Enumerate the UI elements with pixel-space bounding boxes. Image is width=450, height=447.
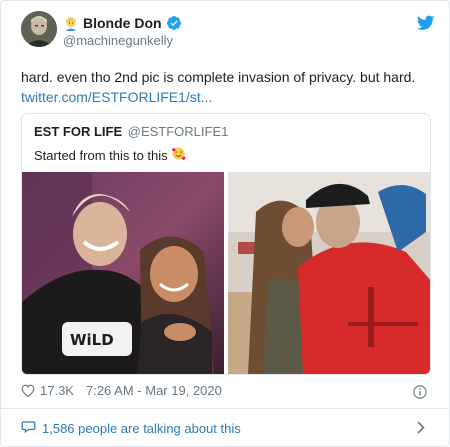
chevron-right-icon[interactable] bbox=[417, 421, 425, 434]
author-avatar[interactable] bbox=[21, 11, 57, 47]
conversation-link[interactable]: 1,586 people are talking about this bbox=[21, 420, 241, 437]
quoted-photo-kiss[interactable] bbox=[228, 172, 430, 374]
quoted-text-body: Started from this to this bbox=[34, 147, 168, 163]
quoted-tweet-text: Started from this to this bbox=[34, 146, 186, 164]
quoted-tweet-header: EST FOR LIFE @ESTFORLIFE1 bbox=[34, 124, 228, 139]
verified-badge-icon bbox=[166, 15, 182, 31]
like-count[interactable]: 17.3K bbox=[40, 383, 74, 398]
tweet-timestamp[interactable]: 7:26 AM - Mar 19, 2020 bbox=[86, 383, 222, 398]
tweet-link[interactable]: twitter.com/ESTFORLIFE1/st... bbox=[21, 89, 212, 105]
twitter-bird-icon[interactable] bbox=[416, 15, 435, 31]
author-display-name[interactable]: Blonde Don bbox=[83, 15, 162, 31]
author-name-row[interactable]: Blonde Don bbox=[63, 14, 182, 32]
quoted-display-name: EST FOR LIFE bbox=[34, 124, 123, 139]
embedded-tweet-card: Blonde Don @machinegunkelly hard. even t… bbox=[0, 0, 450, 447]
tweet-body: hard. even tho 2nd pic is complete invas… bbox=[21, 69, 416, 85]
speech-bubble-icon bbox=[21, 420, 36, 437]
smiling-face-with-hearts-emoji-icon bbox=[171, 146, 186, 164]
quoted-handle: @ESTFORLIFE1 bbox=[127, 124, 229, 139]
tweet-text: hard. even tho 2nd pic is complete invas… bbox=[21, 67, 441, 107]
svg-text:WiLD: WiLD bbox=[70, 331, 114, 349]
info-icon[interactable] bbox=[413, 385, 427, 399]
tweet-meta: 17.3K 7:26 AM - Mar 19, 2020 bbox=[21, 383, 222, 398]
blond-person-emoji-icon bbox=[63, 15, 79, 31]
author-handle[interactable]: @machinegunkelly bbox=[63, 33, 173, 48]
conversation-text[interactable]: 1,586 people are talking about this bbox=[42, 421, 241, 436]
quoted-photo-selfie[interactable]: WiLD bbox=[22, 172, 224, 374]
heart-icon[interactable] bbox=[21, 384, 35, 398]
footer-divider bbox=[1, 408, 449, 409]
quoted-tweet[interactable]: EST FOR LIFE @ESTFORLIFE1 Started from t… bbox=[21, 113, 431, 375]
